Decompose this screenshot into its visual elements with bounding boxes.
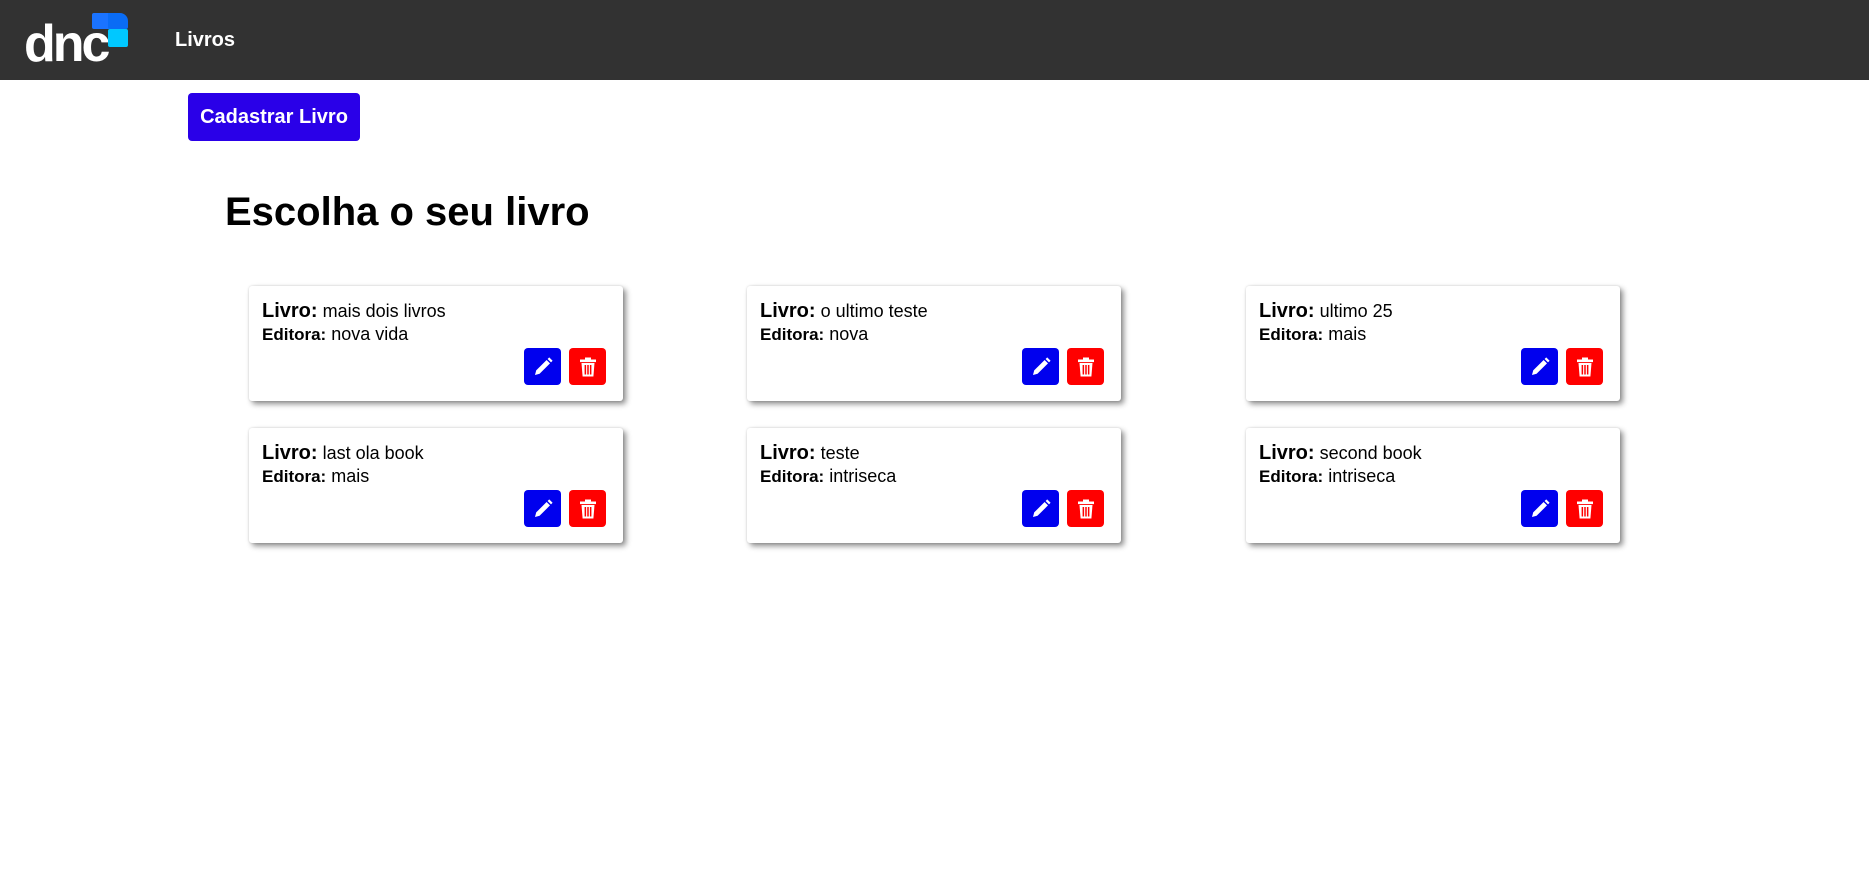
delete-button[interactable] [569,348,606,385]
page-title: Escolha o seu livro [225,190,590,234]
book-title: teste [820,443,860,463]
book-label: Livro: [262,300,318,322]
book-label: Livro: [1259,300,1315,322]
publisher-line: Editora: intriseca [760,465,896,488]
book-publisher: nova vida [331,324,409,344]
trash-icon [1576,357,1593,376]
publisher-line: Editora: nova vida [262,323,408,346]
book-card: Livro: teste Editora: intriseca [747,428,1121,543]
book-title: ultimo 25 [1319,301,1393,321]
delete-button[interactable] [1566,490,1603,527]
logo-square-icon [108,29,128,47]
publisher-line: Editora: mais [1259,323,1366,346]
publisher-label: Editora: [1259,467,1324,486]
book-publisher: mais [331,466,370,486]
delete-button[interactable] [569,490,606,527]
book-publisher: mais [1328,324,1367,344]
pencil-icon [534,356,553,375]
book-title: mais dois livros [322,301,446,321]
edit-button[interactable] [524,490,561,527]
book-publisher: intriseca [1328,466,1396,486]
pencil-icon [1531,356,1550,375]
book-title-line: Livro: teste [760,442,860,464]
book-label: Livro: [1259,442,1315,464]
book-title-line: Livro: mais dois livros [262,300,446,322]
book-card: Livro: second book Editora: intriseca [1246,428,1620,543]
book-label: Livro: [262,442,318,464]
delete-button[interactable] [1067,490,1104,527]
book-label: Livro: [760,300,816,322]
edit-button[interactable] [1521,490,1558,527]
pencil-icon [534,498,553,517]
edit-button[interactable] [1521,348,1558,385]
book-card: Livro: ultimo 25 Editora: mais [1246,286,1620,401]
publisher-label: Editora: [262,325,327,344]
delete-button[interactable] [1566,348,1603,385]
book-title: o ultimo teste [820,301,928,321]
trash-icon [1077,357,1094,376]
logo-square-icon [108,13,128,29]
pencil-icon [1531,498,1550,517]
pencil-icon [1032,498,1051,517]
pencil-icon [1032,356,1051,375]
delete-button[interactable] [1067,348,1104,385]
book-publisher: intriseca [829,466,897,486]
book-label: Livro: [760,442,816,464]
edit-button[interactable] [524,348,561,385]
book-title-line: Livro: last ola book [262,442,424,464]
trash-icon [579,357,596,376]
book-title: second book [1319,443,1422,463]
dnc-logo[interactable]: dnc [24,12,128,70]
book-publisher: nova [829,324,869,344]
edit-button[interactable] [1022,490,1059,527]
trash-icon [1077,499,1094,518]
publisher-line: Editora: intriseca [1259,465,1395,488]
top-navbar: dnc Livros [0,0,1869,80]
trash-icon [579,499,596,518]
publisher-label: Editora: [760,467,825,486]
book-card: Livro: o ultimo teste Editora: nova [747,286,1121,401]
book-title-line: Livro: o ultimo teste [760,300,928,322]
edit-button[interactable] [1022,348,1059,385]
publisher-line: Editora: mais [262,465,369,488]
publisher-line: Editora: nova [760,323,868,346]
book-card: Livro: last ola book Editora: mais [249,428,623,543]
book-title: last ola book [322,443,424,463]
book-title-line: Livro: second book [1259,442,1422,464]
nav-link-livros[interactable]: Livros [175,28,235,52]
book-card: Livro: mais dois livros Editora: nova vi… [249,286,623,401]
publisher-label: Editora: [1259,325,1324,344]
book-grid: Livro: mais dois livros Editora: nova vi… [249,286,1621,546]
register-book-button[interactable]: Cadastrar Livro [188,93,360,141]
publisher-label: Editora: [760,325,825,344]
publisher-label: Editora: [262,467,327,486]
trash-icon [1576,499,1593,518]
book-title-line: Livro: ultimo 25 [1259,300,1393,322]
